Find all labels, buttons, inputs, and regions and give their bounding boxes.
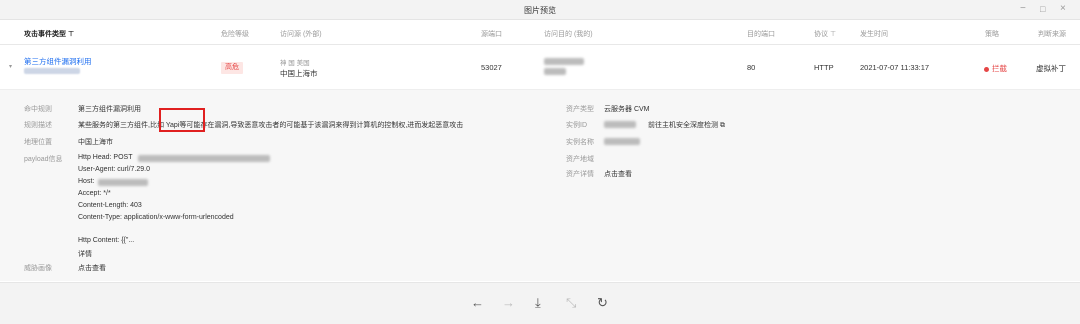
external-link-icon: ⧉ [719,122,725,129]
close-button[interactable]: × [1060,3,1066,15]
redacted-target [544,58,584,65]
details-link[interactable]: 详情 [78,249,92,259]
source-ip: 神 国 美国 [280,60,310,67]
header-dst-port: 目的端口 [747,31,775,38]
geo-label: 地理位置 [24,139,52,146]
http-content: Http Content: {{"... [78,237,135,244]
asset-type-value: 云服务器 CVM [604,106,650,113]
header-source: 访问源 (外部) [280,31,322,38]
strategy-status: 拦截 [984,63,1007,74]
payload-line: Host: [78,178,95,185]
rule-desc-label: 规则描述 [24,122,52,129]
payload-line: User-Agent: curl/7.29.0 [78,166,150,173]
defense-label: 威胁画像 [24,265,52,272]
redacted-host [98,179,148,186]
maximize-button[interactable]: □ [1040,3,1045,15]
payload-line: Content-Type: application/x-www-form-url… [78,214,234,221]
header-event-type[interactable]: 攻击事件类型 ⊤ [24,29,74,39]
event-time: 2021-07-07 11:33:17 [860,63,930,72]
payload-line: Content-Length: 403 [78,202,142,209]
header-strategy: 策略 [985,31,999,38]
next-icon[interactable]: → [502,295,515,310]
download-icon[interactable]: ⤓ [535,295,541,311]
hit-rule-label: 命中规则 [24,106,52,113]
host-security-link[interactable]: 前往主机安全深度检测 ⧉ [648,120,725,130]
header-judge: 判断来源 [1038,31,1066,38]
previous-icon[interactable]: ← [471,295,484,310]
highlight-annotation-box [159,108,205,132]
redacted-url [138,155,270,162]
rotate-icon[interactable]: ↻ [597,295,608,311]
status-dot-icon [984,66,989,72]
header-time: 发生时间 [860,31,888,38]
defense-link[interactable]: 点击查看 [78,263,106,273]
source-location: 中国上海市 [280,69,318,78]
rule-desc-value: 某些服务的第三方组件,比如 Yapi等可能存在漏洞,导致恶意攻击者的可能基于该漏… [78,122,464,129]
protocol-value: HTTP [814,63,834,72]
source-port: 53027 [481,63,502,72]
payload-line: Http Head: POST [78,154,133,161]
header-target: 访问目的 (我的) [544,31,593,38]
payload-line: Accept: */* [78,190,111,197]
asset-detail-link[interactable]: 点击查看 [604,169,632,179]
redacted-target-2 [544,68,566,75]
judge-source: 虚拟补丁 [1036,64,1066,73]
instance-id-label: 实例ID [566,122,587,129]
minimize-button[interactable]: − [1020,3,1026,15]
geo-value: 中国上海市 [78,139,113,146]
header-protocol[interactable]: 协议 ⊤ [814,29,836,39]
header-src-port: 源端口 [481,31,502,38]
fullscreen-icon[interactable]: ⤡ [566,295,576,311]
risk-badge: 高危 [221,62,243,74]
header-risk: 危险等级 [221,31,249,38]
event-type-link[interactable]: 第三方组件漏洞利用 [24,56,92,67]
instance-name-label: 实例名称 [566,139,594,146]
asset-detail-label: 资产详情 [566,171,594,178]
window-titlebar: 图片预览 − □ × [0,0,1080,20]
destination-port: 80 [747,63,756,72]
window-title: 图片预览 [524,6,556,15]
redacted-instance-name [604,138,640,145]
redacted-id [24,68,80,74]
payload-label: payload信息 [24,156,63,163]
asset-region-label: 资产地域 [566,156,594,163]
preview-toolbar: ← → ⤓ ⤡ ↻ [0,282,1080,324]
hit-rule-value: 第三方组件漏洞利用 [78,106,141,113]
collapse-chevron-icon[interactable]: ▾ [9,63,12,70]
redacted-instance-id [604,121,636,128]
table-header: 攻击事件类型 ⊤ 危险等级 访问源 (外部) 源端口 访问目的 (我的) 目的端… [0,20,1080,45]
filter-icon[interactable]: ⊤ [830,31,836,38]
filter-icon[interactable]: ⊤ [68,31,74,38]
asset-type-label: 资产类型 [566,106,594,113]
